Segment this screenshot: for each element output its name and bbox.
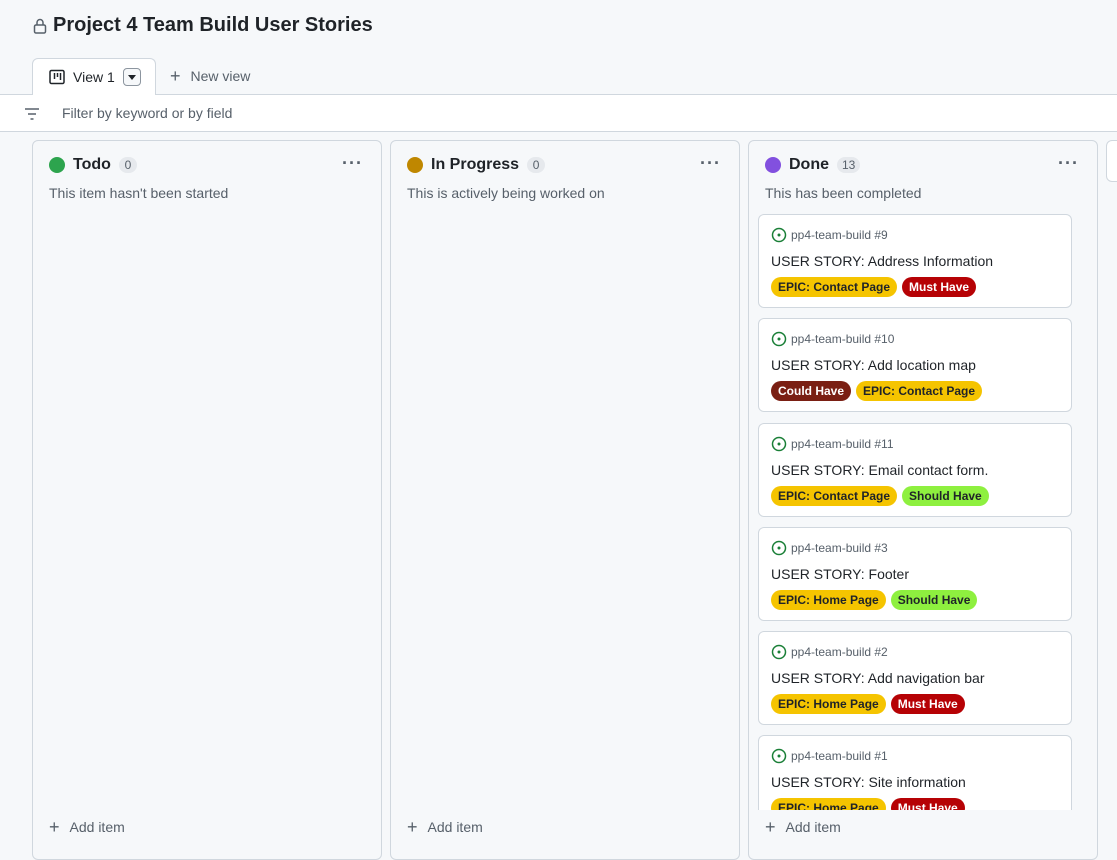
column-header: Done 13 [765, 156, 861, 174]
kebab-horizontal-icon[interactable]: ··· [1058, 153, 1079, 174]
label-badge[interactable]: EPIC: Contact Page [771, 486, 898, 506]
status-dot [49, 157, 65, 173]
add-item-button[interactable]: + Add item [765, 817, 841, 837]
issue-ref-text[interactable]: pp4-team-build #3 [791, 541, 888, 555]
add-item-button[interactable]: + Add item [407, 817, 483, 837]
kebab-horizontal-icon[interactable]: ··· [342, 153, 363, 174]
issue-card[interactable]: pp4-team-build #1 USER STORY: Site infor… [758, 735, 1072, 810]
filter-icon[interactable] [24, 107, 40, 121]
column-header: In Progress 0 [407, 156, 546, 174]
column-description: This item hasn't been started [49, 185, 229, 201]
lock-icon [33, 18, 47, 34]
card-title[interactable]: USER STORY: Email contact form. [771, 462, 988, 478]
label-list: EPIC: Home Page Must Have [771, 694, 970, 714]
issue-open-icon [771, 540, 787, 556]
issue-ref-text[interactable]: pp4-team-build #9 [791, 228, 888, 242]
issue-reference: pp4-team-build #11 [771, 436, 894, 452]
next-column-edge [1106, 140, 1117, 182]
card-title[interactable]: USER STORY: Address Information [771, 253, 993, 269]
add-item-label: Add item [427, 819, 483, 835]
label-badge[interactable]: Must Have [902, 277, 977, 297]
add-item-button[interactable]: + Add item [49, 817, 125, 837]
label-list: EPIC: Home Page Must Have [771, 798, 970, 810]
issue-open-icon [771, 644, 787, 660]
kebab-horizontal-icon[interactable]: ··· [700, 153, 721, 174]
issue-ref-text[interactable]: pp4-team-build #2 [791, 645, 888, 659]
issue-open-icon [771, 748, 787, 764]
plus-icon: + [170, 66, 181, 86]
item-count-badge: 0 [527, 157, 546, 173]
status-dot [407, 157, 423, 173]
issue-open-icon [771, 227, 787, 243]
new-view-label: New view [190, 68, 251, 84]
label-badge[interactable]: EPIC: Contact Page [771, 277, 898, 297]
filter-input[interactable] [62, 103, 462, 123]
label-badge[interactable]: Could Have [771, 381, 852, 401]
column-todo: Todo 0 ··· This item hasn't been started… [32, 140, 382, 860]
card-title[interactable]: USER STORY: Footer [771, 566, 909, 582]
column-description: This is actively being worked on [407, 185, 605, 201]
label-list: Could Have EPIC: Contact Page [771, 381, 987, 401]
new-view-button[interactable]: + New view [170, 66, 251, 86]
issue-card[interactable]: pp4-team-build #3 USER STORY: Footer EPI… [758, 527, 1072, 621]
project-board-icon [49, 69, 65, 85]
issue-reference: pp4-team-build #2 [771, 644, 888, 660]
label-badge[interactable]: EPIC: Home Page [771, 590, 886, 610]
issue-reference: pp4-team-build #9 [771, 227, 888, 243]
column-name: Todo [73, 156, 111, 173]
item-count-badge: 13 [837, 157, 861, 173]
plus-icon: + [407, 817, 418, 837]
tab-view-1[interactable]: View 1 [32, 58, 156, 95]
card-title[interactable]: USER STORY: Add navigation bar [771, 670, 985, 686]
card-list: pp4-team-build #9 USER STORY: Address In… [758, 214, 1086, 810]
issue-ref-text[interactable]: pp4-team-build #11 [791, 437, 894, 451]
issue-ref-text[interactable]: pp4-team-build #10 [791, 332, 894, 346]
issue-card[interactable]: pp4-team-build #2 USER STORY: Add naviga… [758, 631, 1072, 725]
label-list: EPIC: Contact Page Should Have [771, 486, 994, 506]
tab-view-1-label: View 1 [73, 69, 115, 85]
label-list: EPIC: Home Page Should Have [771, 590, 982, 610]
label-badge[interactable]: EPIC: Contact Page [856, 381, 983, 401]
card-title[interactable]: USER STORY: Add location map [771, 357, 976, 373]
issue-card[interactable]: pp4-team-build #9 USER STORY: Address In… [758, 214, 1072, 308]
chevron-down-icon[interactable] [122, 68, 141, 86]
column-description: This has been completed [765, 185, 922, 201]
column-header: Todo 0 [49, 156, 137, 174]
label-badge[interactable]: EPIC: Home Page [771, 694, 886, 714]
label-badge[interactable]: Should Have [902, 486, 989, 506]
issue-open-icon [771, 436, 787, 452]
label-list: EPIC: Contact Page Must Have [771, 277, 981, 297]
label-badge[interactable]: EPIC: Home Page [771, 798, 886, 810]
label-badge[interactable]: Must Have [890, 694, 965, 714]
issue-reference: pp4-team-build #10 [771, 331, 894, 347]
label-badge[interactable]: Must Have [890, 798, 965, 810]
issue-ref-text[interactable]: pp4-team-build #1 [791, 749, 888, 763]
add-item-label: Add item [785, 819, 841, 835]
column-in-progress: In Progress 0 ··· This is actively being… [390, 140, 740, 860]
column-name: Done [789, 156, 829, 173]
filter-bar [0, 94, 1117, 132]
column-name: In Progress [431, 156, 520, 173]
item-count-badge: 0 [118, 157, 137, 173]
issue-card[interactable]: pp4-team-build #10 USER STORY: Add locat… [758, 318, 1072, 412]
add-item-label: Add item [69, 819, 125, 835]
page-title: Project 4 Team Build User Stories [53, 14, 373, 36]
column-done: Done 13 ··· This has been completed pp4-… [748, 140, 1098, 860]
project-header: Project 4 Team Build User Stories View 1… [0, 0, 1117, 95]
title-row: Project 4 Team Build User Stories [33, 14, 373, 37]
plus-icon: + [765, 817, 776, 837]
label-badge[interactable]: Should Have [890, 590, 978, 610]
issue-card[interactable]: pp4-team-build #11 USER STORY: Email con… [758, 423, 1072, 517]
status-dot [765, 157, 781, 173]
plus-icon: + [49, 817, 60, 837]
issue-reference: pp4-team-build #3 [771, 540, 888, 556]
issue-reference: pp4-team-build #1 [771, 748, 888, 764]
card-title[interactable]: USER STORY: Site information [771, 774, 966, 790]
issue-open-icon [771, 331, 787, 347]
